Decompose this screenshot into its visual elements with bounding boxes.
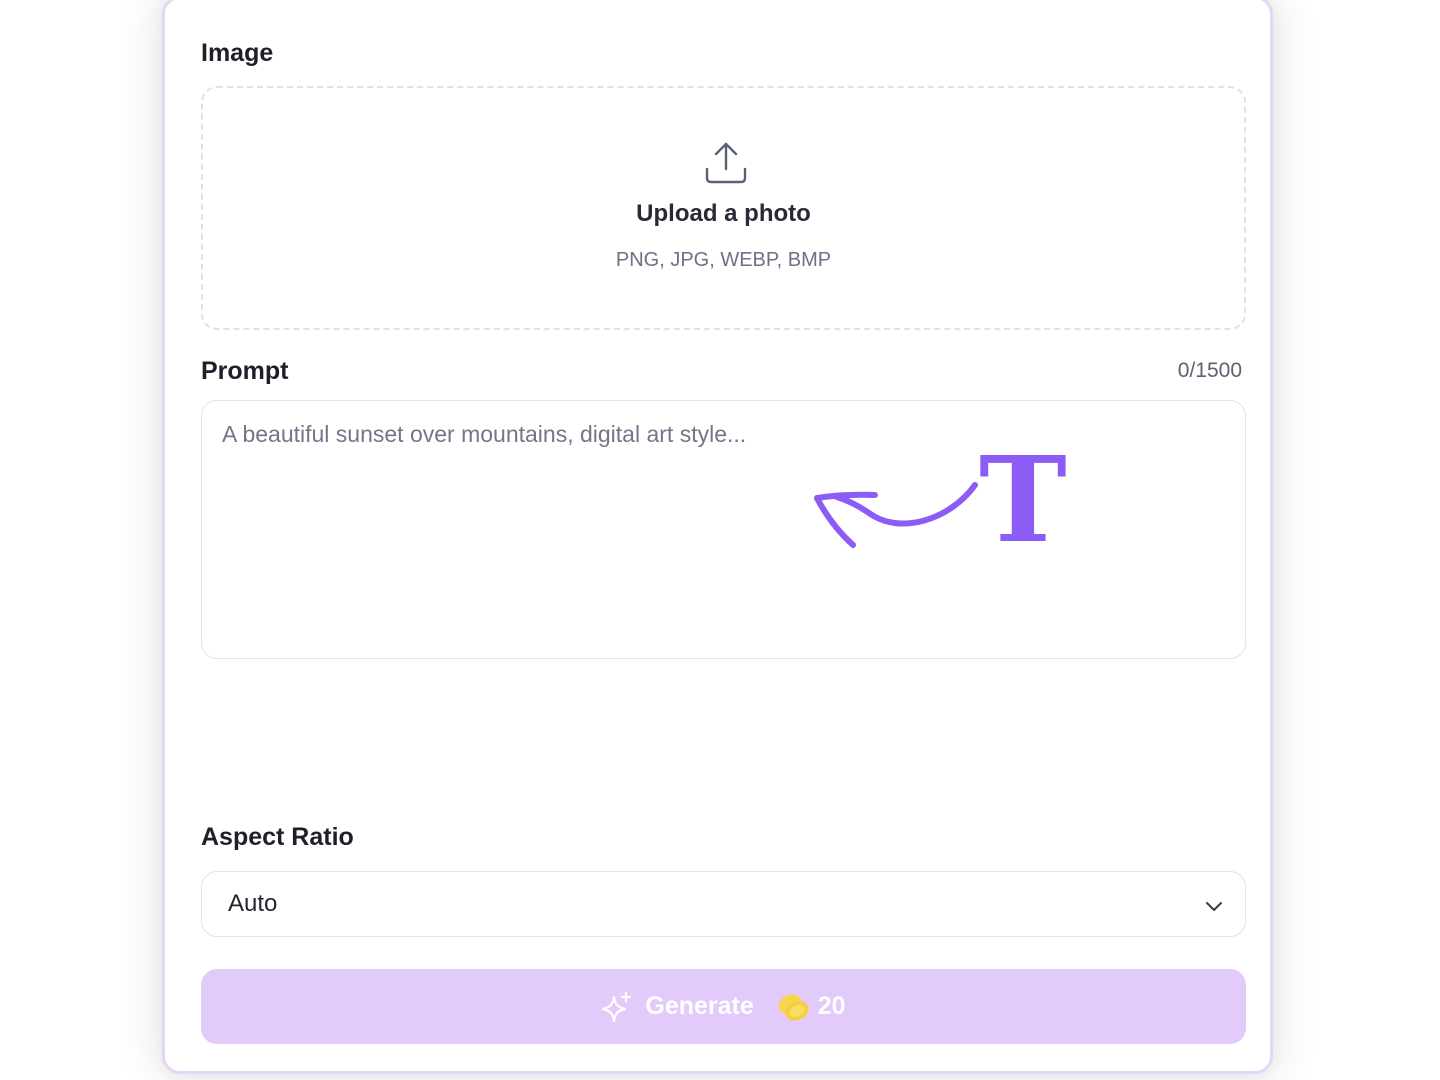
- aspect-ratio-section-label: Aspect Ratio: [201, 823, 354, 851]
- upload-formats: PNG, JPG, WEBP, BMP: [615, 249, 832, 271]
- upload-icon: [705, 142, 747, 184]
- generate-button-content: Generate 20: [601, 991, 846, 1023]
- coins-icon: [778, 993, 809, 1021]
- image-upload-dropzone[interactable]: Upload a photo PNG, JPG, WEBP, BMP: [201, 86, 1246, 330]
- aspect-ratio-select[interactable]: Auto: [201, 871, 1246, 937]
- generator-card: Image Upload a photo PNG, JPG, WEBP, BMP…: [162, 0, 1273, 1074]
- image-section-label: Image: [201, 39, 274, 67]
- prompt-char-counter: 0/1500: [1177, 359, 1242, 382]
- chevron-down-icon: [1206, 902, 1222, 911]
- prompt-section-label: Prompt: [201, 357, 289, 385]
- upload-title: Upload a photo: [636, 200, 811, 227]
- page: Image Upload a photo PNG, JPG, WEBP, BMP…: [0, 0, 1440, 1080]
- generate-cost: 20: [817, 992, 846, 1020]
- generate-button-label: Generate: [645, 992, 754, 1020]
- aspect-ratio-selected-value: Auto: [228, 890, 278, 917]
- generate-button[interactable]: Generate 20: [201, 969, 1246, 1044]
- sparkle-icon: [602, 991, 632, 1022]
- prompt-input[interactable]: [201, 400, 1246, 659]
